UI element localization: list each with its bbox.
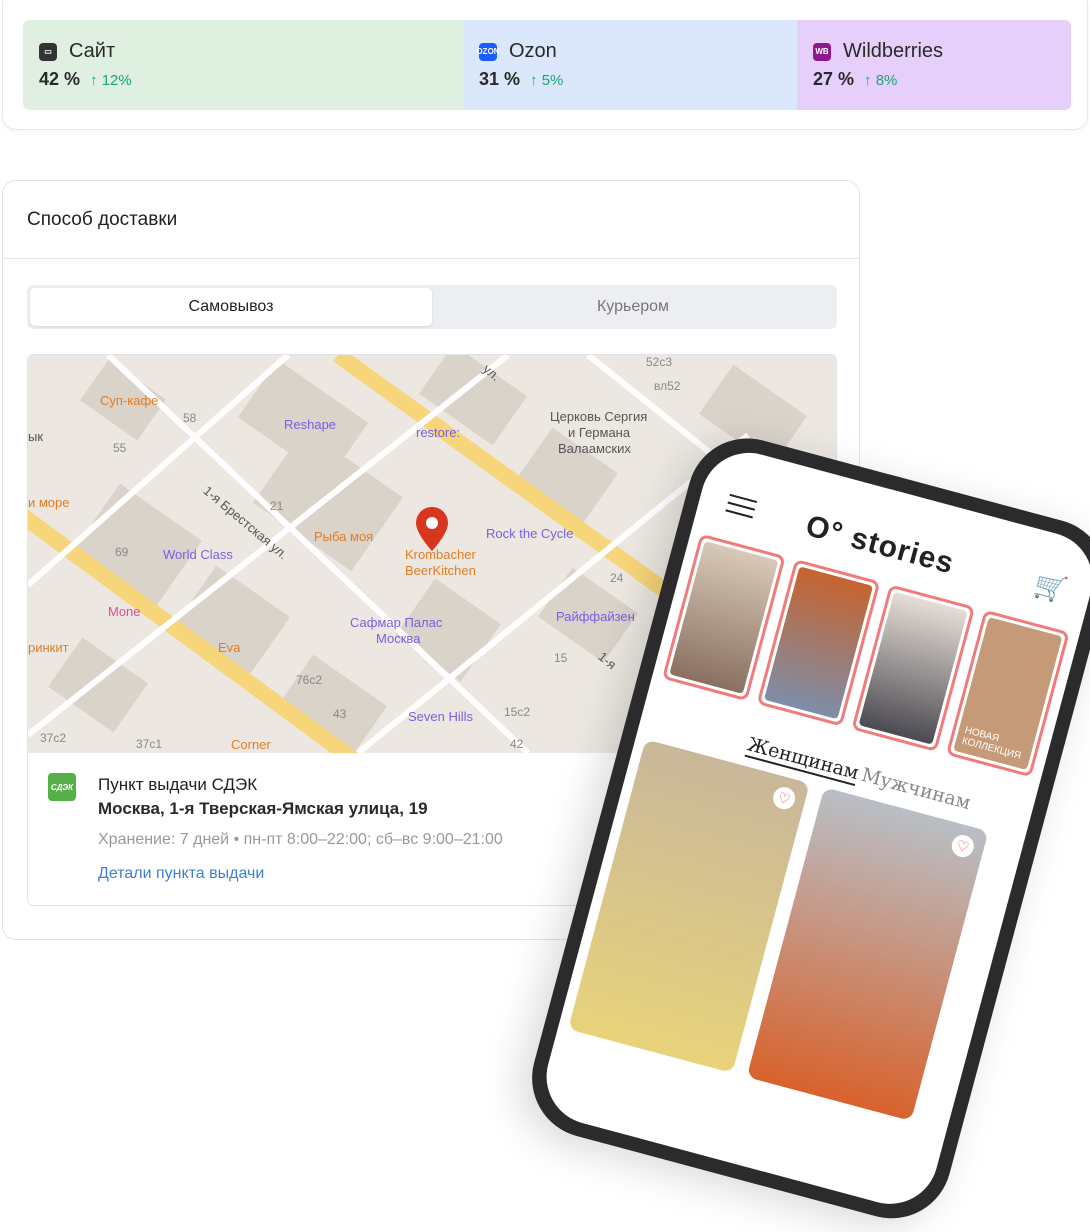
map-label: Rock the Cycle: [486, 526, 574, 541]
channel-delta: ↑ 12%: [90, 72, 132, 89]
channel-share: 27 %: [813, 69, 855, 89]
map-label: и море: [28, 495, 70, 510]
map-label: Суп-кафе: [100, 393, 159, 408]
map-label: 42: [510, 737, 524, 751]
channel-name: Ozon: [509, 40, 557, 62]
map-label: Церковь Сергия: [550, 409, 648, 424]
map-label: 24: [610, 571, 624, 585]
heart-icon[interactable]: ♡: [770, 784, 798, 812]
map-label: Mone: [108, 604, 141, 619]
pickup-point-details-link[interactable]: Детали пункта выдачи: [98, 865, 264, 883]
channel-share: 42 %: [39, 69, 81, 89]
menu-icon[interactable]: [724, 488, 759, 524]
map-label: Москва: [376, 631, 421, 646]
map-label: Reshape: [284, 417, 337, 432]
map-label: и Германа: [568, 425, 631, 440]
channel-name: Wildberries: [843, 40, 944, 62]
map-label: Рыба моя: [314, 529, 374, 544]
tab-pickup[interactable]: Самовывоз: [30, 288, 432, 326]
tab-courier[interactable]: Курьером: [432, 288, 834, 326]
channel-site[interactable]: ▭ Сайт 42 % ↑ 12%: [23, 20, 463, 110]
map-label: 21: [270, 499, 284, 513]
map-label: 37с1: [136, 737, 163, 751]
delivery-title: Способ доставки: [3, 181, 859, 259]
cdek-logo-icon: СДЭК: [48, 773, 76, 801]
wildberries-logo-icon: WB: [813, 42, 831, 61]
map-label: BeerKitchen: [405, 563, 476, 578]
map-label: вл52: [654, 379, 681, 393]
pickup-point-hours: Хранение: 7 дней • пн-пт 8:00–22:00; сб–…: [98, 831, 503, 848]
map-label: 69: [115, 545, 129, 559]
pickup-point-title: Пункт выдачи СДЭК: [98, 775, 258, 794]
ozon-logo-icon: OZON: [476, 42, 500, 61]
map-label: ык: [28, 429, 44, 444]
map-label: 15: [554, 651, 568, 665]
heart-icon[interactable]: ♡: [949, 832, 977, 860]
pickup-point-address: Москва, 1-я Тверская-Ямская улица, 19: [98, 799, 428, 818]
channel-share-card: ▭ Сайт 42 % ↑ 12% OZON Ozon 31 % ↑ 5% WB Wild…: [2, 0, 1088, 130]
map-label: 43: [333, 707, 347, 721]
delivery-tabs: Самовывоз Курьером: [27, 285, 837, 329]
map-label: 52с3: [646, 355, 673, 369]
channel-wildberries[interactable]: WB Wildberries 27 % ↑ 8%: [797, 20, 1071, 110]
map-label: World Class: [163, 547, 233, 562]
map-label: 58: [183, 411, 197, 425]
channel-name: Сайт: [69, 40, 116, 62]
channel-share: 31 %: [479, 69, 521, 89]
channel-delta: ↑ 5%: [530, 72, 564, 89]
map-label: 15с2: [504, 705, 531, 719]
monitor-icon: ▭: [39, 42, 57, 61]
map-label: Corner: [231, 737, 271, 752]
map-label: Валаамских: [558, 441, 631, 456]
map-label: Сафмар Палас: [350, 615, 443, 630]
channel-delta: ↑ 8%: [864, 72, 898, 89]
map-label: 55: [113, 441, 127, 455]
map-label: Райффайзен: [556, 609, 635, 624]
pickup-point-info: СДЭК Пункт выдачи СДЭК Москва, 1-я Тверс…: [28, 753, 503, 882]
map-label: restore:: [416, 425, 461, 440]
map-label: 76с2: [296, 673, 323, 687]
map-pin-icon[interactable]: [416, 507, 448, 551]
map-label: ринкит: [28, 640, 69, 655]
map-label: Seven Hills: [408, 709, 474, 724]
cart-icon[interactable]: 🛒: [1031, 568, 1070, 606]
channel-ozon[interactable]: OZON Ozon 31 % ↑ 5%: [463, 20, 797, 110]
map-label: Eva: [218, 640, 241, 655]
map-label: 37с2: [40, 731, 67, 745]
